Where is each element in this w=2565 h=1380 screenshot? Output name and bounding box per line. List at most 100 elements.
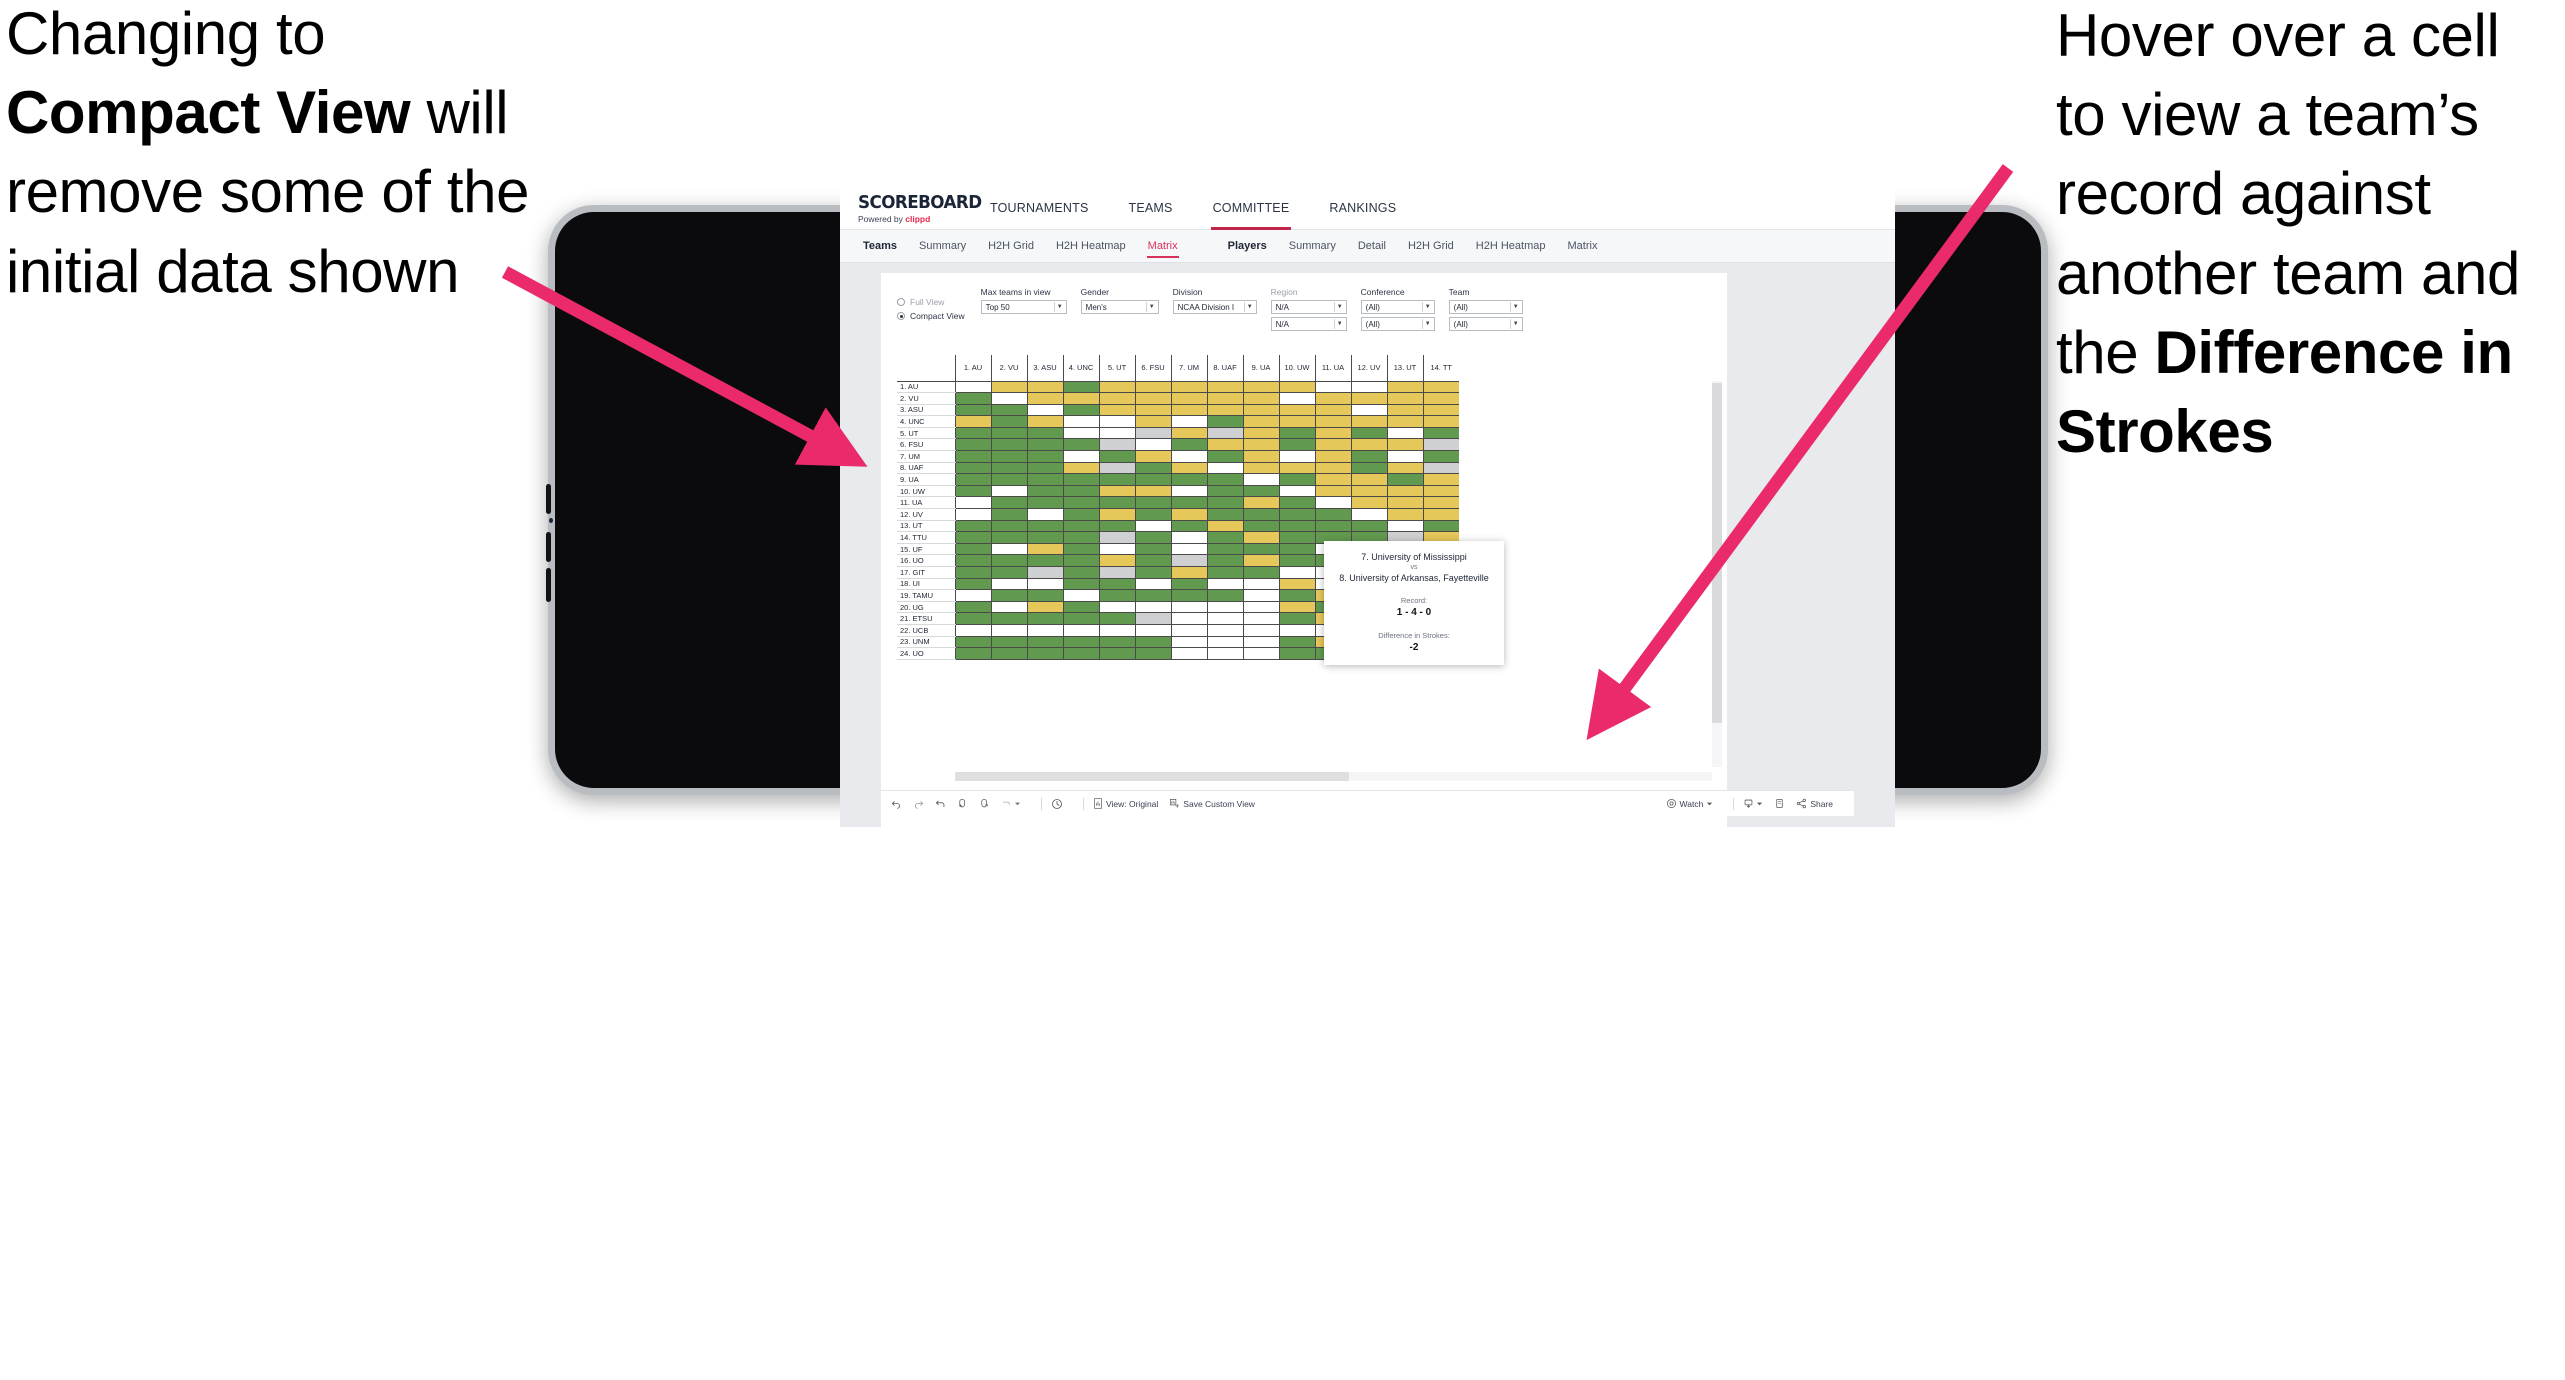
matrix-cell[interactable] — [1242, 647, 1279, 660]
matrix-cell[interactable] — [1242, 601, 1279, 614]
matrix-cell[interactable] — [1098, 543, 1135, 556]
brand-logo-block[interactable]: SCOREBOARD Powered by clippd — [840, 192, 982, 224]
matrix-cell[interactable] — [1170, 636, 1207, 649]
filter-select-team-1[interactable]: (All) ▼ — [1448, 300, 1523, 314]
matrix-cell[interactable] — [1026, 415, 1063, 428]
matrix-cell[interactable] — [1026, 404, 1063, 417]
refresh-button[interactable] — [957, 798, 968, 809]
matrix-cell[interactable] — [1134, 508, 1171, 521]
view-original-button[interactable]: View: Original — [1093, 798, 1158, 809]
matrix-cell[interactable] — [990, 647, 1027, 660]
matrix-cell[interactable] — [1314, 404, 1351, 417]
matrix-cell[interactable] — [1206, 554, 1243, 567]
matrix-cell[interactable] — [1062, 496, 1099, 510]
matrix-cell[interactable] — [1170, 485, 1207, 498]
matrix-col-header[interactable]: 10. UW — [1278, 355, 1315, 382]
matrix-cell[interactable] — [1206, 543, 1243, 556]
matrix-cell[interactable] — [990, 578, 1027, 591]
matrix-cell[interactable] — [1350, 392, 1387, 405]
filter-select-region-1[interactable]: N/A ▼ — [1270, 300, 1347, 314]
matrix-row-header[interactable]: 12. UV — [897, 508, 955, 521]
matrix-cell[interactable] — [1098, 415, 1135, 428]
matrix-cell[interactable] — [990, 589, 1027, 602]
matrix-cell[interactable] — [1206, 636, 1243, 649]
matrix-scroll-container[interactable]: 1. AU 2. VU 3. ASU 4. UNC 5. UT 6. FSU 7. UM 8.… — [897, 355, 1722, 783]
matrix-cell[interactable] — [1350, 427, 1387, 440]
matrix-cell[interactable] — [1206, 520, 1243, 533]
matrix-cell[interactable] — [1134, 462, 1171, 475]
matrix-cell[interactable] — [1062, 531, 1099, 544]
matrix-cell[interactable] — [1026, 554, 1063, 567]
matrix-cell[interactable] — [1278, 485, 1315, 498]
vertical-scrollbar[interactable] — [1712, 381, 1722, 767]
matrix-cell[interactable] — [1278, 520, 1315, 533]
matrix-cell[interactable] — [1134, 578, 1171, 591]
matrix-cell[interactable] — [1134, 531, 1171, 544]
matrix-cell[interactable] — [1134, 543, 1171, 556]
chevron-down-icon[interactable]: ▼ — [1513, 321, 1519, 327]
matrix-cell[interactable] — [1062, 566, 1099, 579]
matrix-cell[interactable] — [1206, 404, 1243, 417]
topnav-item-rankings[interactable]: RANKINGS — [1309, 187, 1416, 230]
matrix-cell[interactable] — [1242, 415, 1279, 428]
matrix-cell[interactable] — [1422, 496, 1459, 510]
matrix-cell[interactable] — [1062, 438, 1099, 452]
matrix-cell[interactable] — [1350, 450, 1387, 463]
matrix-cell[interactable] — [1278, 462, 1315, 475]
matrix-cell[interactable] — [1026, 462, 1063, 475]
matrix-cell[interactable] — [1206, 392, 1243, 405]
matrix-cell[interactable] — [1098, 589, 1135, 602]
matrix-row-header[interactable]: 5. UT — [897, 427, 955, 440]
view-mode-radio-group[interactable]: Full View Compact View — [897, 287, 965, 331]
horizontal-scrollbar[interactable] — [955, 772, 1712, 781]
matrix-cell[interactable] — [954, 624, 991, 637]
matrix-cell[interactable] — [1134, 589, 1171, 602]
matrix-cell[interactable] — [990, 612, 1027, 625]
matrix-row-header[interactable]: 16. UO — [897, 554, 955, 567]
subtab-players-detail[interactable]: Detail — [1347, 230, 1397, 263]
matrix-cell[interactable] — [954, 427, 991, 440]
matrix-row-header[interactable]: 23. UNM — [897, 636, 955, 649]
matrix-cell[interactable] — [990, 450, 1027, 463]
watch-button[interactable]: Watch — [1666, 798, 1714, 809]
save-custom-view-button[interactable]: Save Custom View — [1169, 798, 1255, 809]
matrix-cell[interactable] — [1278, 438, 1315, 452]
matrix-row-header[interactable]: 18. UI — [897, 578, 955, 591]
matrix-row-header[interactable]: 7. UM — [897, 450, 955, 463]
matrix-cell[interactable] — [1206, 624, 1243, 637]
matrix-cell[interactable] — [1314, 392, 1351, 405]
matrix-cell[interactable] — [1242, 554, 1279, 567]
matrix-row-header[interactable]: 11. UA — [897, 496, 955, 510]
matrix-row-header[interactable]: 3. ASU — [897, 404, 955, 417]
matrix-cell[interactable] — [1098, 636, 1135, 649]
matrix-col-header[interactable]: 12. UV — [1350, 355, 1387, 382]
matrix-cell[interactable] — [1386, 485, 1423, 498]
matrix-cell[interactable] — [1098, 485, 1135, 498]
subtab-teams-h2h-grid[interactable]: H2H Grid — [977, 230, 1045, 263]
matrix-cell[interactable] — [1026, 647, 1063, 660]
matrix-cell[interactable] — [1134, 404, 1171, 417]
matrix-row-header[interactable]: 22. UCB — [897, 624, 955, 637]
matrix-cell[interactable] — [1134, 438, 1171, 452]
matrix-cell[interactable] — [1026, 427, 1063, 440]
matrix-cell[interactable] — [1206, 381, 1243, 394]
matrix-cell[interactable] — [1242, 438, 1279, 452]
matrix-cell[interactable] — [1098, 554, 1135, 567]
matrix-col-header[interactable]: 14. TT — [1422, 355, 1459, 382]
topnav-item-committee[interactable]: COMMITTEE — [1193, 187, 1310, 230]
matrix-cell[interactable] — [1386, 415, 1423, 428]
matrix-cell[interactable] — [1170, 473, 1207, 486]
matrix-cell[interactable] — [1170, 601, 1207, 614]
matrix-col-header[interactable]: 13. UT — [1386, 355, 1423, 382]
matrix-cell[interactable] — [1026, 381, 1063, 394]
matrix-cell[interactable] — [1026, 392, 1063, 405]
matrix-cell[interactable] — [1206, 508, 1243, 521]
matrix-cell[interactable] — [1350, 485, 1387, 498]
matrix-cell[interactable] — [1062, 520, 1099, 533]
matrix-row-header[interactable]: 8. UAF — [897, 462, 955, 475]
matrix-cell[interactable] — [954, 415, 991, 428]
matrix-cell[interactable] — [1098, 508, 1135, 521]
matrix-cell[interactable] — [1170, 624, 1207, 637]
matrix-cell[interactable] — [1026, 612, 1063, 625]
matrix-cell[interactable] — [1422, 485, 1459, 498]
